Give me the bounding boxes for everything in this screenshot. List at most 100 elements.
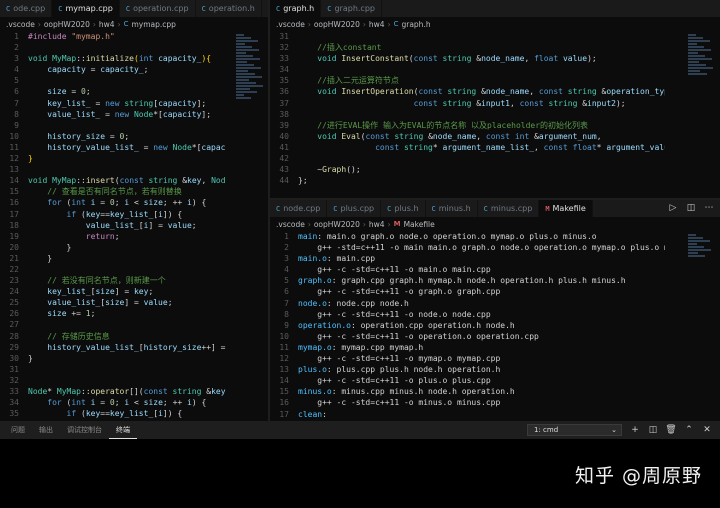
line-number: 30 bbox=[9, 353, 19, 363]
code-token: string bbox=[403, 142, 433, 152]
line-number: 36 bbox=[279, 87, 289, 97]
code-editor-graph-h[interactable]: 31 32 //插入constant 33 void InsertConstant(… bbox=[270, 31, 665, 186]
editor-tab[interactable]: Cgraph.h bbox=[270, 0, 322, 17]
minimap-line bbox=[688, 243, 697, 245]
code-token: = bbox=[90, 98, 106, 108]
code-token: if bbox=[66, 409, 81, 419]
minimap-line bbox=[688, 58, 712, 60]
minimap[interactable] bbox=[688, 233, 718, 261]
tab-label: mymap.cpp bbox=[65, 4, 113, 13]
code-line: 21 } bbox=[0, 253, 258, 264]
code-token: += bbox=[66, 309, 86, 319]
breadcrumb-item[interactable]: oopHW2020 bbox=[44, 20, 90, 29]
code-token: int bbox=[71, 398, 91, 408]
panel-bar: 问题 输出 调试控制台 终端 1: cmd ⌄ + ◫ 🗑 ⌃ ✕ bbox=[0, 421, 720, 439]
editor-tab[interactable]: Cmymap.cpp bbox=[52, 0, 120, 17]
code-token: string bbox=[148, 176, 183, 186]
editor-tab[interactable]: Coperation.cpp bbox=[120, 0, 196, 17]
breadcrumb-item[interactable]: hw4 bbox=[369, 220, 385, 229]
panel-tab[interactable]: 调试控制台 bbox=[60, 421, 109, 439]
code-token: //进行EVAL操作 输入为EVAL的节点名称 以及placeholder的初始… bbox=[317, 120, 589, 130]
line-number: 16 bbox=[279, 398, 289, 408]
more-actions-icon[interactable]: ⋯ bbox=[702, 200, 716, 217]
breadcrumb-item[interactable]: .vscode bbox=[6, 20, 35, 29]
chevron-right-icon: › bbox=[387, 19, 391, 29]
plus-icon[interactable]: + bbox=[629, 424, 641, 436]
code-token: float bbox=[572, 142, 597, 152]
cpp-file-icon: C bbox=[387, 204, 392, 213]
code-line: 1 main: main.o graph.o node.o operation.o… bbox=[270, 231, 665, 242]
code-editor-left[interactable]: 1 #include "mymap.h" 2 3 void MyMap::initial… bbox=[0, 31, 258, 419]
code-token: InsertOperation bbox=[341, 87, 414, 97]
line-number: 8 bbox=[14, 109, 19, 119]
code-line: 41 const string* argument_name_list_, co… bbox=[270, 142, 665, 153]
code-editor-makefile[interactable]: 1 main: main.o graph.o node.o operation.o… bbox=[270, 231, 665, 420]
editor-tab[interactable]: M Makefile bbox=[539, 200, 593, 217]
code-line: 6 size = 0; bbox=[0, 86, 258, 97]
editor-tab[interactable]: Cgraph.cpp bbox=[321, 0, 382, 17]
code-token: == bbox=[100, 209, 110, 219]
breadcrumb-item[interactable]: .vscode bbox=[276, 220, 305, 229]
panel-tab[interactable]: 问题 bbox=[4, 421, 32, 439]
minimap-line bbox=[688, 255, 705, 257]
breadcrumb-item[interactable]: graph.h bbox=[401, 20, 430, 29]
code-token: key bbox=[133, 287, 149, 297]
breadcrumb-item[interactable]: hw4 bbox=[99, 20, 115, 29]
editor-tab[interactable]: Cnode.cpp bbox=[270, 200, 328, 217]
editor-tab[interactable]: Cminus.cpp bbox=[478, 200, 540, 217]
minimap[interactable] bbox=[236, 33, 266, 103]
code-token: string bbox=[442, 54, 477, 64]
minimap-line bbox=[236, 37, 251, 39]
code-token: *[ bbox=[153, 109, 163, 119]
split-editor-icon[interactable]: ◫ bbox=[684, 200, 698, 217]
panel-tab[interactable]: 输出 bbox=[32, 421, 60, 439]
code-line: 36 void InsertOperation(const string &no… bbox=[270, 86, 665, 97]
tab-label: minus.h bbox=[438, 204, 471, 213]
code-token: argument_num bbox=[538, 131, 597, 141]
tab-label: ode.cpp bbox=[13, 4, 46, 13]
minimap-line bbox=[236, 46, 252, 48]
breadcrumb-item[interactable]: hw4 bbox=[369, 20, 385, 29]
code-token: string bbox=[447, 87, 482, 97]
code-token: * bbox=[432, 142, 443, 152]
line-number: 4 bbox=[284, 265, 289, 275]
code-token: plus.o bbox=[298, 365, 327, 375]
code-token: const bbox=[538, 87, 568, 97]
chevron-up-icon[interactable]: ⌃ bbox=[683, 424, 695, 436]
code-token: "mymap.h" bbox=[71, 32, 115, 41]
split-icon[interactable]: ◫ bbox=[647, 424, 659, 436]
breadcrumb-item[interactable]: oopHW2020 bbox=[314, 220, 360, 229]
editor-tab[interactable]: Cplus.cpp bbox=[327, 200, 382, 217]
minimap-line bbox=[236, 85, 263, 87]
code-line: 16 g++ -c -std=c++11 -o minus.o minus.cp… bbox=[270, 397, 665, 408]
code-token: ] = bbox=[114, 287, 134, 297]
makefile-icon: M bbox=[393, 220, 401, 228]
code-token: clean bbox=[298, 409, 323, 419]
panel-tab[interactable]: 终端 bbox=[109, 421, 137, 439]
breadcrumb-item[interactable]: mymap.cpp bbox=[131, 20, 175, 29]
editor-tab[interactable]: Code.cpp bbox=[0, 0, 53, 17]
code-token: // 若没有同名节点，则新建一个 bbox=[47, 276, 166, 286]
editor-tab[interactable]: Coperation.h bbox=[196, 0, 262, 17]
minimap-line bbox=[688, 240, 710, 242]
code-token: size bbox=[143, 198, 163, 208]
breadcrumb-item[interactable]: Makefile bbox=[404, 220, 435, 229]
code-line: 40 void Eval(const string &node_name, co… bbox=[270, 131, 665, 142]
run-icon[interactable]: ▷ bbox=[666, 200, 680, 217]
close-icon[interactable]: ✕ bbox=[701, 424, 713, 436]
breadcrumb-item[interactable]: .vscode bbox=[276, 20, 305, 29]
minimap-line bbox=[236, 49, 259, 51]
terminal-select[interactable]: 1: cmd ⌄ bbox=[527, 424, 622, 436]
breadcrumb-item[interactable]: oopHW2020 bbox=[314, 20, 360, 29]
line-number: 5 bbox=[14, 76, 19, 86]
trash-icon[interactable]: 🗑 bbox=[665, 424, 677, 436]
code-token: ]) { bbox=[162, 209, 183, 219]
code-token: MyMap bbox=[56, 387, 81, 396]
minimap[interactable] bbox=[688, 33, 718, 83]
editor-tab[interactable]: Cminus.h bbox=[426, 200, 478, 217]
editor-tab[interactable]: Cplus.h bbox=[381, 200, 426, 217]
code-token: //插入二元运算符节点 bbox=[317, 76, 399, 86]
